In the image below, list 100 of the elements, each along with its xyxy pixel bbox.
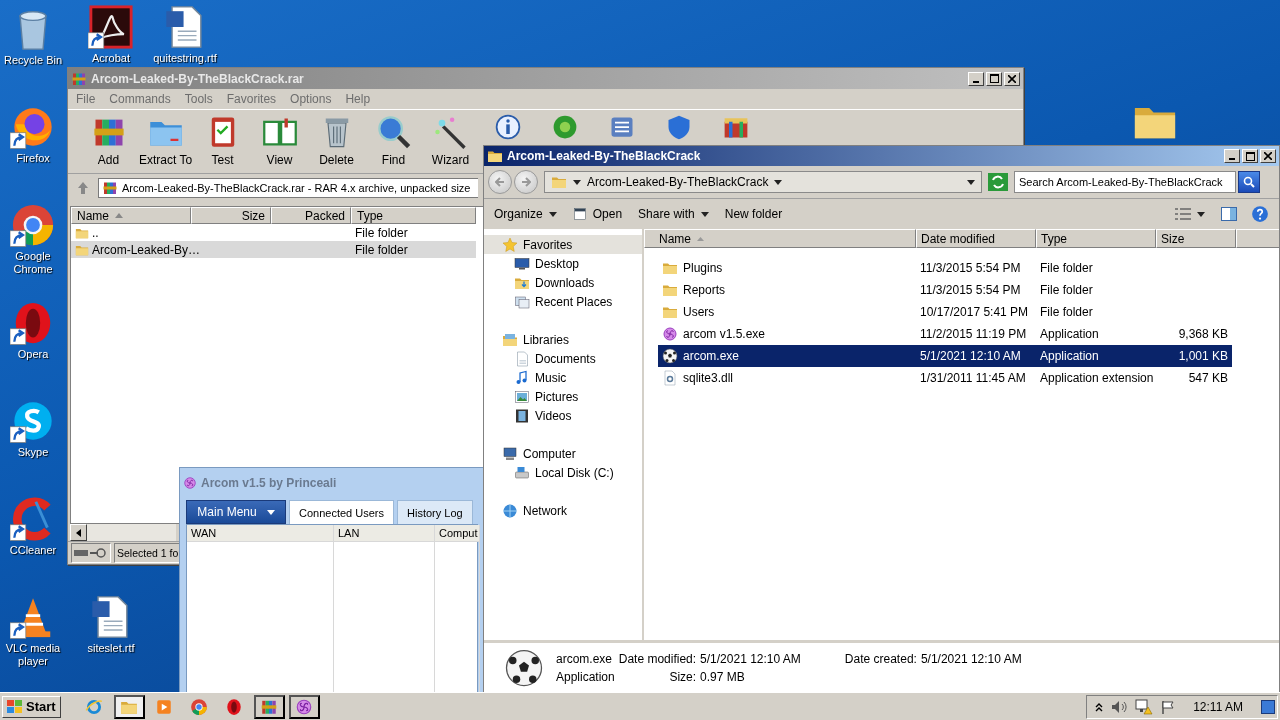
menu-item[interactable]: Options [290, 92, 332, 106]
desktop-icon-label[interactable]: Acrobat [92, 52, 130, 65]
caret-icon [548, 211, 557, 217]
desktop-icon-label[interactable]: Opera [17, 348, 49, 361]
toolbar-button[interactable]: Test [194, 114, 251, 170]
date-modified: 11/2/2015 11:19 PM [920, 327, 1027, 341]
close-button[interactable] [1260, 149, 1276, 163]
start-button[interactable]: Start [2, 695, 61, 718]
file-row[interactable]: Reports 11/3/2015 5:54 PM File folder [658, 279, 1232, 301]
search-icon [375, 114, 412, 150]
toolbar-button[interactable]: Extract To [137, 114, 194, 170]
column-header[interactable]: Name [644, 229, 916, 248]
date-modified: 5/1/2021 12:10 AM [920, 349, 1021, 363]
tab[interactable]: History Log [397, 500, 473, 524]
search-field[interactable]: Search Arcom-Leaked-By-TheBlackCrack [1014, 171, 1236, 193]
caret-icon [1197, 211, 1205, 217]
chevron-up-icon[interactable] [1095, 701, 1104, 712]
nav-item[interactable]: Network [484, 501, 642, 520]
maximize-button[interactable] [986, 71, 1002, 86]
preview-pane-icon[interactable] [1221, 207, 1237, 221]
desktop-icon-label[interactable]: Skype [17, 446, 49, 459]
desktop-icon-label[interactable]: CCleaner [9, 544, 57, 557]
main-menu-button[interactable]: Main Menu [186, 500, 286, 524]
nav-item[interactable]: Favorites [484, 235, 642, 254]
nav-item[interactable]: Videos [484, 406, 642, 425]
desktop-icon-label[interactable]: quitestring.rtf [153, 52, 217, 65]
minimize-icon [1229, 158, 1235, 160]
desktop-icon-label[interactable]: siteslet.rtf [87, 642, 135, 655]
nav-item[interactable]: Computer [484, 444, 642, 463]
desktop-icon-label[interactable]: Firefox [16, 152, 50, 165]
column-header[interactable]: WAN [187, 525, 333, 542]
file-row[interactable]: Users 10/17/2017 5:41 PM File folder [658, 301, 1232, 323]
date-modified: 1/31/2011 11:45 AM [920, 371, 1026, 385]
file-row[interactable]: Arcom-Leaked-By… File folder [71, 241, 476, 258]
show-desktop-icon[interactable] [1261, 699, 1275, 714]
command-button[interactable]: Open [572, 207, 623, 221]
command-button[interactable]: Share with [638, 207, 709, 221]
speaker-icon[interactable] [1111, 699, 1128, 714]
file-row[interactable]: arcom v1.5.exe 11/2/2015 11:19 PM Application 9,368 KB [658, 323, 1232, 345]
minimize-button[interactable] [968, 71, 984, 86]
address-bar[interactable]: Arcom-Leaked-By-TheBlackCrack [544, 171, 982, 193]
column-header[interactable]: Type [1036, 229, 1156, 248]
column-header[interactable]: LAN [334, 525, 434, 542]
nav-item[interactable]: Desktop [484, 254, 642, 273]
desktop-icon-label[interactable]: VLC media player [0, 642, 66, 668]
soccer-ball-icon [662, 348, 678, 364]
toolbar-button[interactable]: Wizard [422, 114, 479, 170]
column-header[interactable]: Size [191, 207, 271, 224]
caret-icon [573, 179, 581, 185]
network-icon[interactable] [1135, 698, 1154, 715]
toolbar-button[interactable]: Delete [308, 114, 365, 170]
taskbar-button[interactable] [113, 694, 145, 719]
nav-item[interactable]: Documents [484, 349, 642, 368]
view-options-button[interactable] [1173, 208, 1207, 220]
toolbar-button[interactable]: Find [365, 114, 422, 170]
search-button[interactable] [1238, 171, 1260, 193]
close-button[interactable] [1004, 71, 1020, 86]
column-header[interactable]: Size [1156, 229, 1236, 248]
flag-icon[interactable] [1161, 699, 1176, 714]
minimize-button[interactable] [1224, 149, 1240, 163]
toolbar-button[interactable]: Add [80, 114, 137, 170]
tab[interactable]: Connected Users [289, 500, 394, 524]
nav-item[interactable]: Local Disk (C:) [484, 463, 642, 482]
maximize-button[interactable] [1242, 149, 1258, 163]
clock[interactable]: 12:11 AM [1193, 699, 1243, 714]
maximize-icon [989, 74, 999, 83]
scroll-left-button[interactable] [70, 524, 87, 541]
menu-item[interactable]: Commands [109, 92, 171, 106]
file-row[interactable]: Plugins 11/3/2015 5:54 PM File folder [658, 257, 1232, 279]
menu-item[interactable]: Tools [184, 92, 213, 106]
taskbar-button[interactable] [288, 694, 320, 719]
path-field[interactable]: Arcom-Leaked-By-TheBlackCrack.rar - RAR 4.x archive, unpacked size [98, 178, 478, 198]
help-icon[interactable] [1251, 205, 1269, 223]
column-header[interactable]: Packed [271, 207, 351, 224]
column-header[interactable] [1236, 229, 1279, 248]
command-button[interactable]: New folder [724, 207, 783, 221]
desktop-icon-label[interactable]: Recycle Bin [3, 54, 63, 67]
scrollbar[interactable] [70, 524, 176, 541]
nav-item[interactable]: Pictures [484, 387, 642, 406]
nav-item[interactable]: Libraries [484, 330, 642, 349]
file-row[interactable]: sqlite3.dll 1/31/2011 11:45 AM Application extension 547 KB [658, 367, 1232, 389]
column-header[interactable]: Type [351, 207, 476, 224]
taskbar-button[interactable] [253, 694, 285, 719]
command-button[interactable]: Organize [494, 207, 557, 221]
toolbar-button[interactable]: View [251, 114, 308, 170]
play-icon [155, 697, 174, 716]
column-header[interactable]: Name [71, 207, 191, 224]
field-label: Date created: [844, 652, 917, 666]
nav-item[interactable]: Downloads [484, 273, 642, 292]
document-icon [514, 350, 530, 367]
monitor-icon [514, 255, 530, 272]
desktop-icon-label[interactable]: Google Chrome [0, 250, 66, 276]
column-header[interactable]: Date modified [916, 229, 1036, 248]
column-header[interactable]: Comput [435, 525, 479, 542]
file-row[interactable]: arcom.exe 5/1/2021 12:10 AM Application 1,001 KB [658, 345, 1232, 367]
nav-item[interactable]: Music [484, 368, 642, 387]
refresh-icon[interactable] [988, 173, 1008, 191]
app-logo-icon [225, 697, 244, 716]
breadcrumb-link[interactable]: Arcom-Leaked-By-TheBlackCrack [587, 175, 769, 189]
nav-item[interactable]: Recent Places [484, 292, 642, 311]
